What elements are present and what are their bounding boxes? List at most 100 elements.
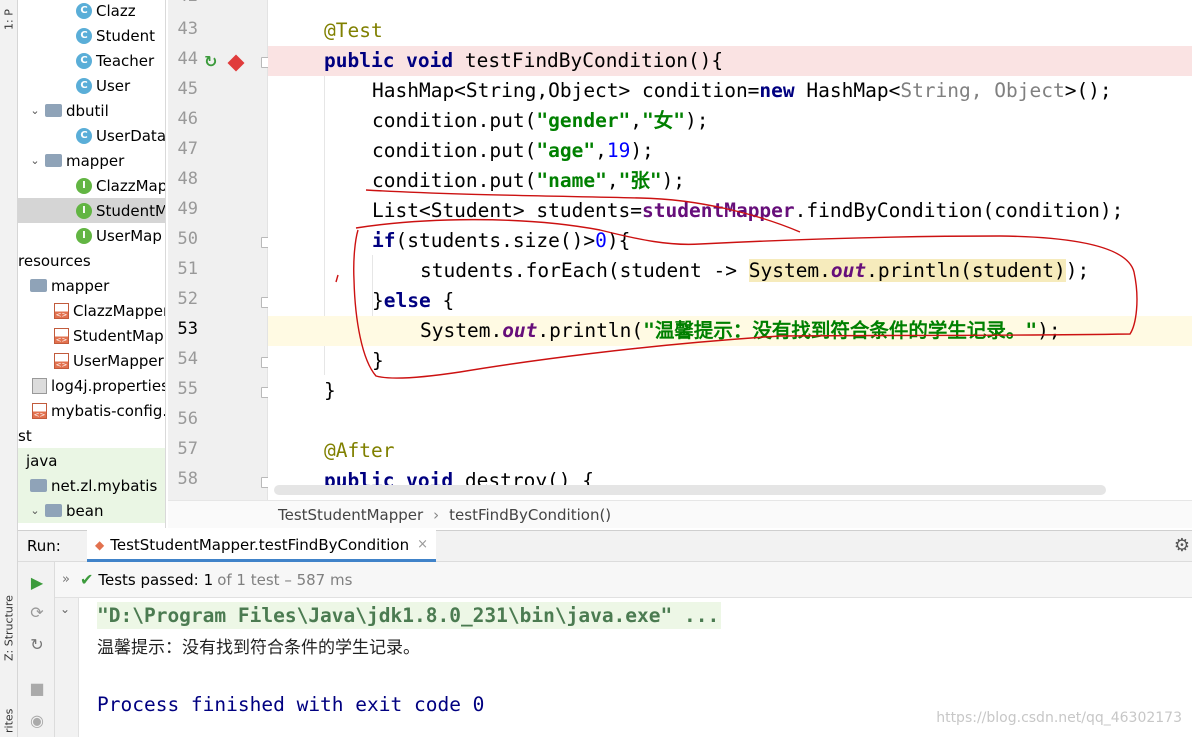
tree-item[interactable]: I StudentM [18,198,165,223]
toggle-auto-test-icon[interactable]: ↻ [27,634,47,654]
line-number: 48 [177,169,198,189]
folder-icon [45,154,62,167]
class-icon: C [76,27,92,44]
tree-item[interactable]: ⌄ mapper [18,148,165,173]
chevron-down-icon[interactable]: ⌄ [28,154,42,167]
tree-item[interactable]: C UserData [18,123,166,148]
run-label: Run: [27,537,61,555]
code-line-54: } [372,349,384,372]
camera-icon[interactable]: ◉ [27,710,47,730]
chevron-down-icon[interactable]: ⌄ [28,504,42,517]
tree-item-label: Clazz [96,1,136,20]
tree-item-label: dbutil [66,101,109,120]
test-config-icon: ◆ [95,537,105,552]
breadcrumb-method[interactable]: testFindByCondition() [449,506,611,524]
tree-item[interactable]: I UserMap [18,223,165,248]
tree-item[interactable]: ⌄ dbutil [18,98,165,123]
interface-icon: I [76,177,92,194]
passed-count: 1 [203,570,214,589]
tree-item[interactable]: java [18,448,165,473]
tree-item-label: java [26,451,58,470]
xml-icon: <> [54,352,69,369]
line-number: 43 [177,19,198,39]
check-icon: ✔ [79,570,94,589]
stop-icon[interactable]: ■ [27,678,47,698]
line-number: 53 [177,319,198,339]
line-number: 44 [177,49,198,69]
tree-item-label: mapper [51,276,110,295]
code-line-53: System.out.println("温馨提示：没有找到符合条件的学生记录。"… [268,316,1192,346]
run-test-icon[interactable]: ↻ [204,52,217,71]
tree-item[interactable]: st [18,423,165,448]
expand-tree-icon[interactable]: » [62,572,70,587]
code-line-44: public void testFindByCondition(){ [268,46,1192,76]
tree-item[interactable]: C User [18,73,165,98]
tree-item[interactable]: log4j.properties [18,373,165,398]
line-number: 50 [177,229,198,249]
rerun-icon[interactable]: ▶ [27,572,47,592]
line-number: 55 [177,379,198,399]
tree-item[interactable]: <> ClazzMapper [18,298,166,323]
tree-item-label: StudentMap [73,326,164,345]
class-icon: C [76,52,92,69]
console-side-toolbar: ⌄ [55,598,79,737]
tree-item-label: net.zl.mybatis [51,476,158,495]
project-tool-tab[interactable]: 1: P [0,0,18,40]
tree-item-label: UserMap [96,226,162,245]
breakpoint-icon[interactable] [227,54,245,72]
code-line-46: condition.put("gender","女"); [372,109,709,132]
favorites-tool-tab[interactable]: rites [0,705,18,737]
class-icon: C [76,127,92,144]
class-icon: C [76,2,92,19]
breadcrumb-class[interactable]: TestStudentMapper [278,506,423,524]
tree-item[interactable]: C Teacher [18,48,165,73]
line-number: 54 [177,349,198,369]
line-number: 47 [177,139,198,159]
tree-item[interactable]: C Clazz [18,0,165,23]
console-output-line: 温馨提示：没有找到符合条件的学生记录。 [97,638,420,658]
breadcrumb-separator: › [433,505,440,524]
tree-item[interactable]: <> mybatis-config.: [18,398,166,423]
run-configuration-tab[interactable]: ◆ TestStudentMapper.testFindByCondition … [87,530,436,562]
tree-item[interactable]: C Student [18,23,165,48]
chevron-down-icon[interactable]: ⌄ [60,602,70,616]
test-total-text: of 1 test – 587 ms [217,570,353,589]
close-icon[interactable]: × [417,537,428,552]
line-number: 42 [168,0,198,6]
chevron-down-icon[interactable]: ⌄ [28,104,42,117]
xml-icon: <> [54,302,69,319]
line-number: 58 [177,469,198,489]
line-number: 57 [177,439,198,459]
run-tab-title: TestStudentMapper.testFindByCondition [110,535,410,554]
xml-icon: <> [32,402,47,419]
watermark: https://blog.csdn.net/qq_46302173 [936,710,1182,726]
test-status-bar: » ✔ Tests passed: 1 of 1 test – 587 ms [55,562,1192,598]
xml-icon: <> [54,327,69,344]
structure-tool-tab[interactable]: Z: Structure [0,588,18,668]
folder-icon [30,279,47,292]
line-number: 51 [177,259,198,279]
tree-item[interactable]: ⌄ bean [18,498,165,523]
console-exit-line: Process finished with exit code 0 [97,693,485,716]
tree-item[interactable]: <> UserMapper [18,348,165,373]
folder-icon [45,104,62,117]
tree-item[interactable]: I ClazzMap [18,173,165,198]
horizontal-scrollbar[interactable] [274,485,1106,495]
tree-item-label: mybatis-config.: [51,401,166,420]
tree-item[interactable]: <> StudentMap [18,323,165,348]
code-editor[interactable]: @Test public void testFindByCondition(){… [268,0,1192,500]
tree-item-label: ClazzMapper [73,301,166,320]
tree-item[interactable]: mapper [18,273,165,298]
project-tree: C Clazz C Student C Teacher C User ⌄ dbutil C UserD… [18,0,166,528]
tree-item-label: UserData [96,126,166,145]
gear-icon[interactable]: ⚙ [1174,535,1190,556]
rerun-failed-icon[interactable]: ⟳ [27,602,47,622]
code-line-43: @Test [324,19,383,42]
interface-icon: I [76,227,92,244]
tree-item[interactable]: resources [18,248,165,273]
tree-item-label: st [18,426,32,445]
tree-item-label: Teacher [96,51,155,70]
tree-item[interactable]: net.zl.mybatis [18,473,165,498]
properties-icon [32,377,47,394]
